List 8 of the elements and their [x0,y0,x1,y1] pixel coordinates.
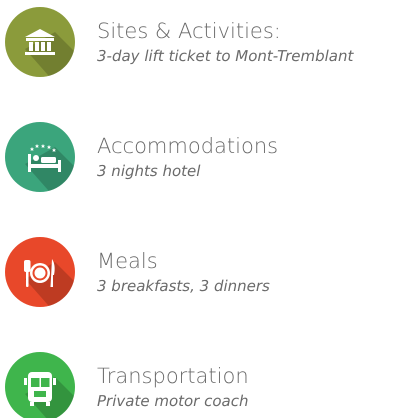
item-title: Meals [97,249,159,273]
item-description: Private motor coach [97,392,249,411]
item-description: 3 breakfasts, 3 dinners [97,277,270,296]
item-description: 3 nights hotel [97,162,202,181]
item-description: 3-day lift ticket to Mont-Tremblant [97,47,354,66]
item-title: Sites & Activities: [97,19,282,43]
item-title: Accommodations [97,134,278,158]
item-title: Transportation [97,364,249,388]
